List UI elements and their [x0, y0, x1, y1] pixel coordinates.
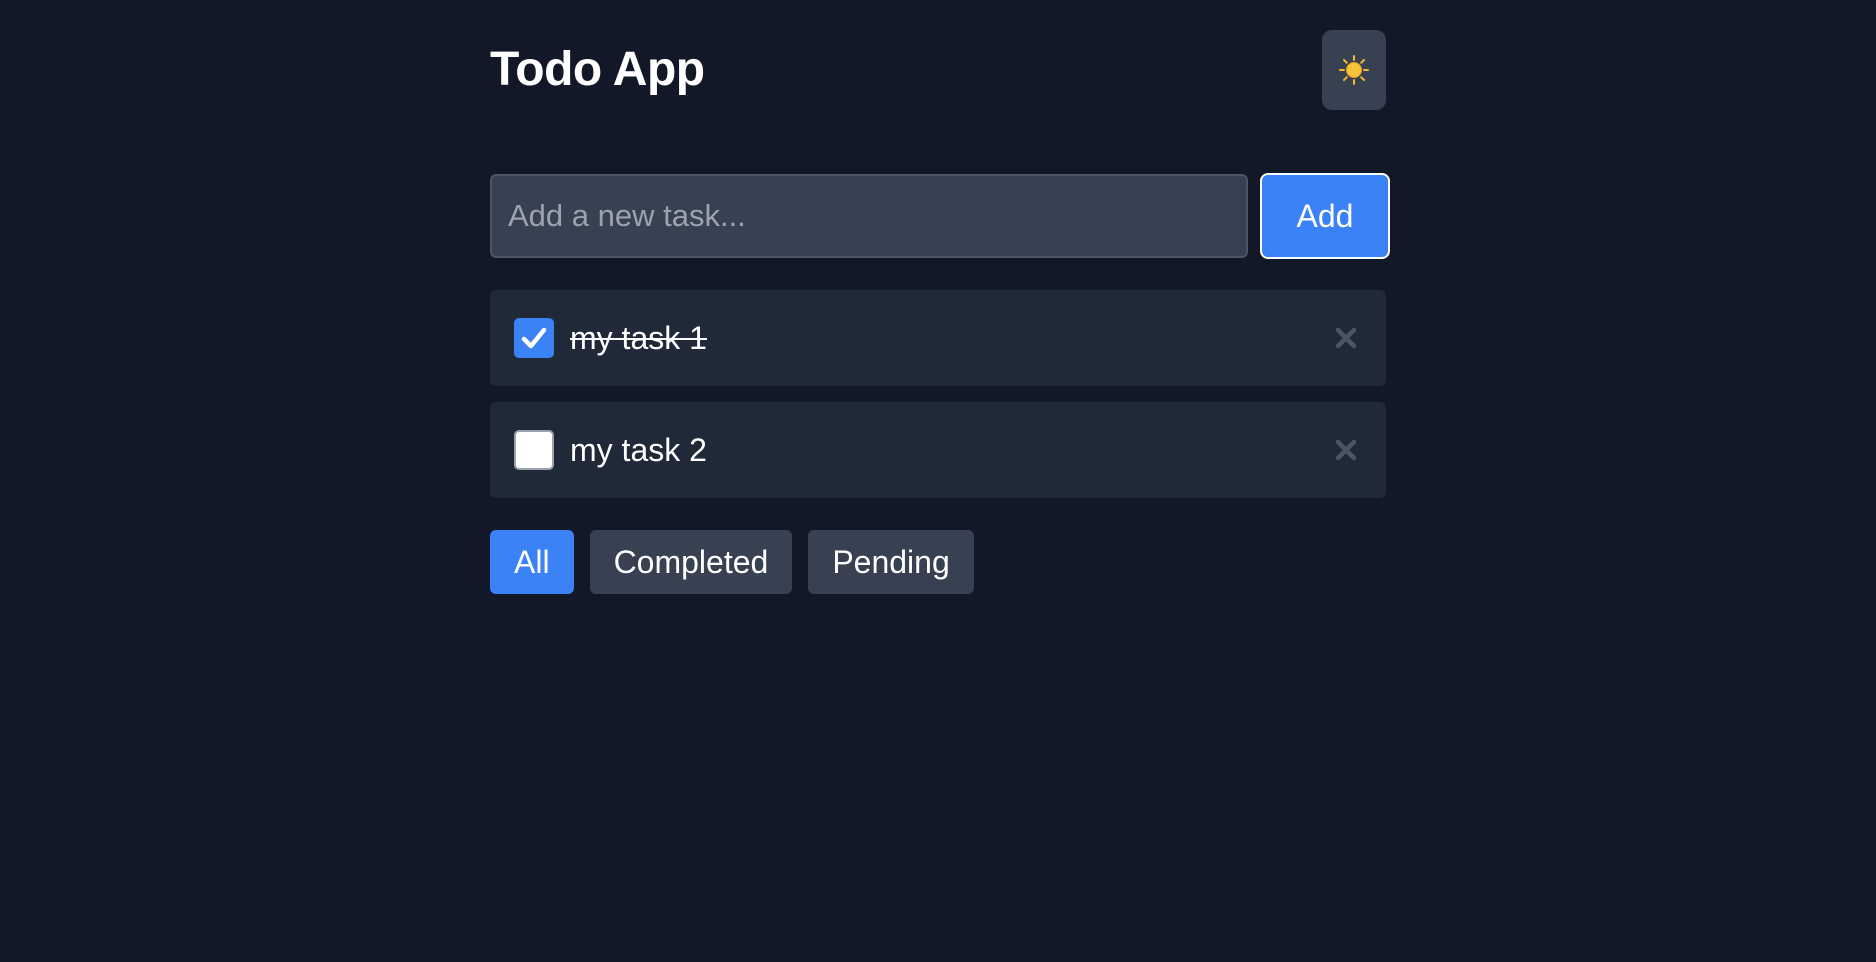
delete-task-button[interactable]: [1330, 434, 1362, 466]
delete-task-button[interactable]: [1330, 322, 1362, 354]
filter-completed-button[interactable]: Completed: [589, 530, 793, 594]
task-item: my task 2: [490, 402, 1386, 498]
filter-bar: All Completed Pending: [490, 530, 974, 594]
page-title: Todo App: [490, 43, 705, 96]
task-list: my task 1 my task 2: [490, 290, 1386, 514]
task-item: my task 1: [490, 290, 1386, 386]
sun-icon: [1339, 55, 1369, 85]
todo-app: Todo App Add a new task... Add my task 1…: [490, 0, 1390, 594]
task-text: my task 1: [570, 320, 707, 356]
checkmark-icon: [521, 327, 547, 349]
close-icon: [1335, 439, 1357, 461]
task-checkbox[interactable]: [514, 430, 554, 470]
new-task-input[interactable]: [490, 174, 1248, 258]
add-task-form: Add: [490, 173, 1390, 259]
close-icon: [1335, 327, 1357, 349]
add-task-button[interactable]: Add: [1260, 173, 1390, 259]
task-checkbox[interactable]: [514, 318, 554, 358]
theme-toggle-button[interactable]: [1322, 30, 1386, 110]
task-text: my task 2: [570, 432, 707, 468]
app-header: Todo App: [490, 0, 1386, 140]
filter-pending-button[interactable]: Pending: [808, 530, 974, 594]
filter-all-button[interactable]: All: [490, 530, 574, 594]
